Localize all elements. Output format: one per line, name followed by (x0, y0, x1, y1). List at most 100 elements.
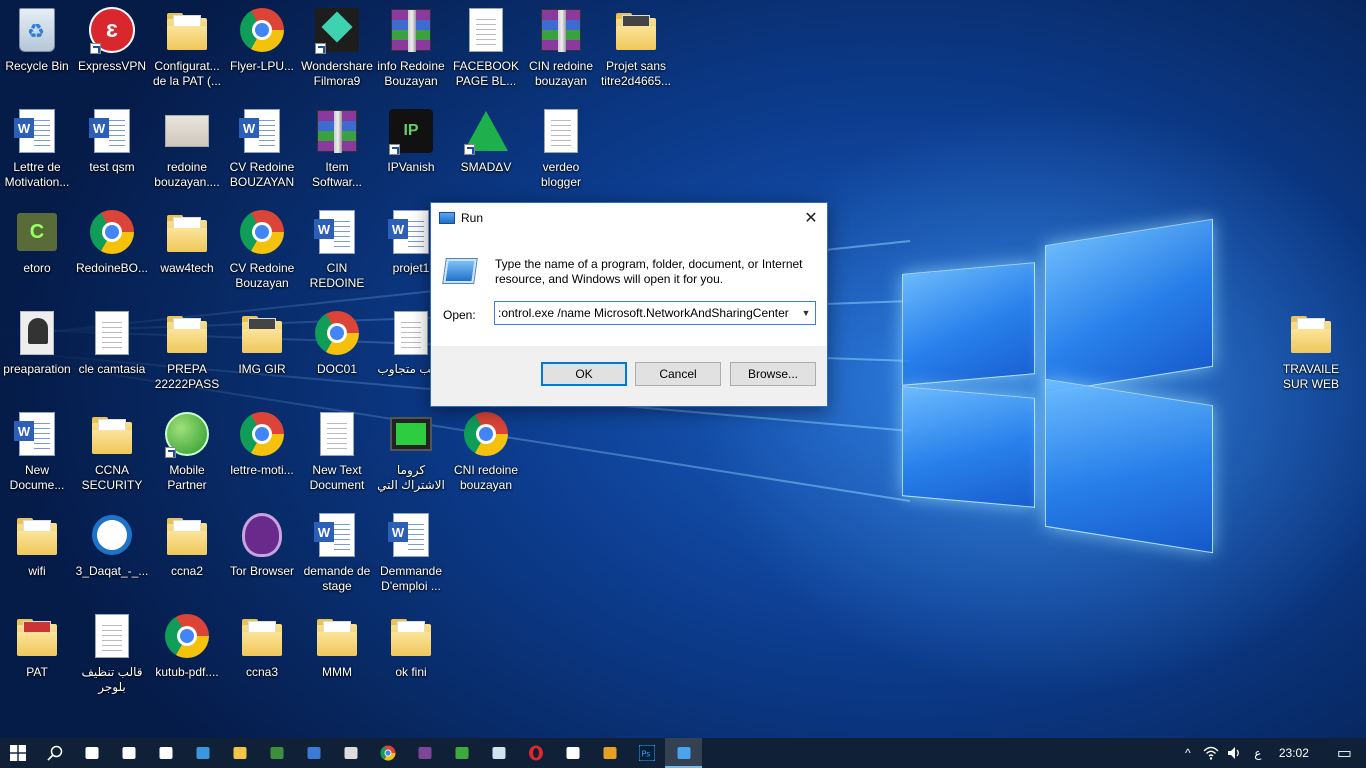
taskbar-button-windows-start[interactable] (0, 738, 36, 768)
volume-button[interactable] (1223, 738, 1247, 768)
desktop-icon-label: RedoineBO... (75, 261, 149, 275)
desktop-icon[interactable]: preaparation (0, 303, 74, 401)
taskbar-button-notepad[interactable] (480, 738, 517, 768)
folder-icon (163, 309, 211, 357)
media-file-icon (88, 511, 136, 559)
taskbar-button-store[interactable] (110, 738, 147, 768)
desktop-icon[interactable]: Recycle Bin (0, 0, 74, 98)
taskbar-button-media-player[interactable] (295, 738, 332, 768)
mail-icon (159, 747, 172, 759)
desktop-icon[interactable]: PAT (0, 606, 74, 704)
run-dialog: Run ✕ Type the name of a program, folder… (430, 202, 828, 407)
taskbar-button-xbox[interactable] (258, 738, 295, 768)
desktop-icon[interactable]: ccna3 (225, 606, 299, 704)
desktop-icon[interactable]: SMADΔV (449, 101, 523, 199)
desktop-icon[interactable]: Flyer-LPU... (225, 0, 299, 98)
taskbar-button-3d-viewer[interactable] (332, 738, 369, 768)
desktop-icon[interactable]: W Demmande D'emploi ... (374, 505, 448, 603)
desktop-icon[interactable]: Item Softwar... (300, 101, 374, 199)
taskbar-button-tor-browser[interactable] (406, 738, 443, 768)
desktop-icon[interactable]: Wtest qsm (75, 101, 149, 199)
desktop-icon[interactable]: W CV Redoine BOUZAYAN (225, 101, 299, 199)
desktop-icon[interactable]: info Redoine Bouzayan (374, 0, 448, 98)
chrome-icon (163, 612, 211, 660)
taskbar-button-run[interactable] (665, 738, 702, 768)
run-titlebar[interactable]: Run ✕ (431, 203, 827, 233)
desktop-icon[interactable]: Mobile Partner (150, 404, 224, 502)
taskbar-button-file-explorer[interactable] (221, 738, 258, 768)
desktop-icon[interactable]: قالب تنظيف بلوجر (75, 606, 149, 704)
desktop-icon[interactable]: W Lettre de Motivation... (0, 101, 74, 199)
browse-button[interactable]: Browse... (730, 362, 816, 386)
action-center-button[interactable]: ▭ (1323, 738, 1366, 768)
ok-button[interactable]: OK (541, 362, 627, 386)
desktop-icon[interactable]: كروما الاشتراك التي يبحث ع... (374, 404, 448, 502)
desktop-icon[interactable]: Tor Browser (225, 505, 299, 603)
chevron-down-icon[interactable]: ▼ (797, 302, 815, 324)
open-input[interactable] (495, 302, 797, 324)
taskbar-button-photos[interactable] (591, 738, 628, 768)
desktop-icon[interactable]: ok fini (374, 606, 448, 704)
desktop-icon[interactable]: Wdemande de stage (300, 505, 374, 603)
taskbar-button-task-view[interactable] (73, 738, 110, 768)
desktop-icon[interactable]: lettre-moti... (225, 404, 299, 502)
taskbar-button-camtasia[interactable] (443, 738, 480, 768)
desktop-icon[interactable]: CCNA SECURITY (75, 404, 149, 502)
dialog-button-bar: OK Cancel Browse... (431, 345, 827, 406)
taskbar-button-photoshop[interactable]: Ps (628, 738, 665, 768)
camtasia-icon (455, 747, 468, 759)
desktop-icon-label: IMG GIR (238, 362, 286, 376)
file-explorer-icon (233, 747, 246, 759)
desktop-icon[interactable]: CIN redoine bouzayan (524, 0, 598, 98)
word-document-icon: W (13, 410, 61, 458)
desktop-icon[interactable]: New Text Document (300, 404, 374, 502)
desktop-icon[interactable]: wifi (0, 505, 74, 603)
taskbar-button-chrome[interactable] (369, 738, 406, 768)
desktop-icon[interactable]: W CIN REDOINE BOUZAYAN (300, 202, 374, 300)
desktop-icon[interactable]: PREPA 22222PASS (150, 303, 224, 401)
taskbar-button-opera[interactable] (517, 738, 554, 768)
open-combobox[interactable]: ▼ (494, 301, 816, 325)
clock[interactable]: 23:02 (1269, 738, 1323, 768)
desktop-icon[interactable]: waw4tech (150, 202, 224, 300)
taskbar-button-text-document[interactable] (554, 738, 591, 768)
desktop-icon[interactable]: 3_Daqat_-_... (75, 505, 149, 603)
show-hidden-icons-button[interactable]: ^ (1177, 738, 1199, 768)
desktop-icon[interactable]: verdeo blogger (524, 101, 598, 199)
desktop-icon[interactable]: Projet sans titre2d4665... (599, 0, 673, 98)
desktop-icon[interactable]: ccna2 (150, 505, 224, 603)
desktop-icon[interactable]: DOC01 (300, 303, 374, 401)
desktop-icon[interactable]: FACEBOOK PAGE BL... (449, 0, 523, 98)
taskbar-button-mail[interactable] (147, 738, 184, 768)
desktop-icon[interactable]: redoine bouzayan.... (150, 101, 224, 199)
close-button[interactable]: ✕ (795, 203, 827, 233)
desktop-icon[interactable]: MMM (300, 606, 374, 704)
desktop-icon-label: CIN REDOINE BOUZAYAN (309, 261, 365, 290)
network-button[interactable] (1199, 738, 1223, 768)
word-document-icon: W (313, 208, 361, 256)
shortcut-arrow-icon (389, 144, 400, 155)
desktop-icon[interactable]: W New Docume... (0, 404, 74, 502)
desktop-icon[interactable]: TRAVAILE SUR WEB (1274, 303, 1348, 401)
desktop-icon-label: redoine bouzayan.... (154, 160, 220, 189)
input-language-button[interactable]: ع (1247, 738, 1269, 768)
desktop-icon[interactable]: IMG GIR (225, 303, 299, 401)
desktop-icon[interactable]: CV Redoine Bouzayan (225, 202, 299, 300)
desktop-icon-label: Flyer-LPU... (229, 59, 294, 73)
cancel-button[interactable]: Cancel (635, 362, 721, 386)
desktop-icon[interactable]: ɛ ExpressVPN (75, 0, 149, 98)
desktop-icon[interactable]: RedoineBO... (75, 202, 149, 300)
filmora-icon (313, 6, 361, 54)
text-document-icon (387, 309, 435, 357)
desktop-icon[interactable]: kutub-pdf.... (150, 606, 224, 704)
desktop-icon[interactable]: Wondershare Filmora9 (300, 0, 374, 98)
desktop-icon[interactable]: CNI redoine bouzayan (449, 404, 523, 502)
desktop-icon-label: ok fini (395, 665, 427, 679)
desktop-icon-label: 3_Daqat_-_... (75, 564, 149, 578)
desktop-icon[interactable]: IP IPVanish (374, 101, 448, 199)
desktop-icon[interactable]: Configurat... de la PAT (... (150, 0, 224, 98)
taskbar-button-edge[interactable] (184, 738, 221, 768)
taskbar-button-search[interactable] (36, 738, 73, 768)
desktop-icon[interactable]: cle camtasia (75, 303, 149, 401)
desktop-icon[interactable]: Cetoro (0, 202, 74, 300)
